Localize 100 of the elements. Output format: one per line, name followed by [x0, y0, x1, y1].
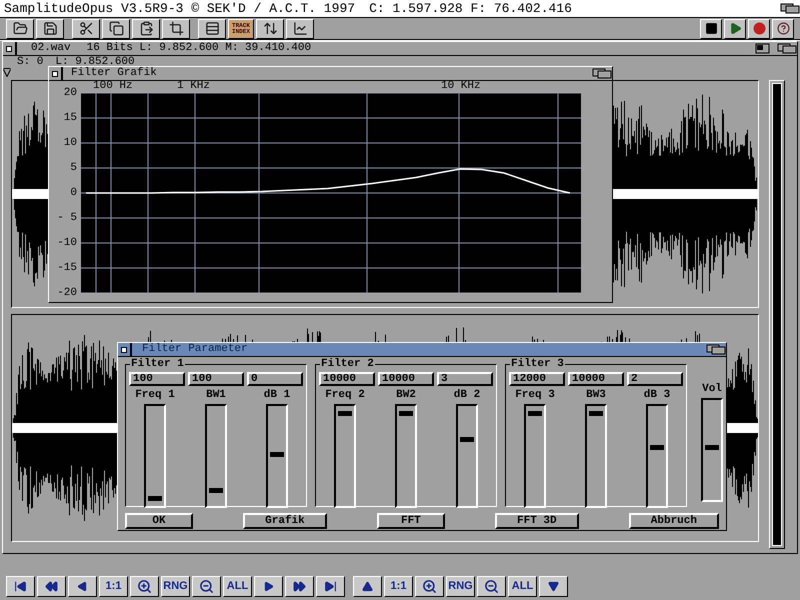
play-button[interactable]	[724, 18, 746, 38]
y-axis-label: 20	[64, 88, 77, 99]
slider-knob[interactable]	[528, 410, 542, 416]
slider-knob[interactable]	[148, 496, 162, 502]
value-field[interactable]: 10000	[378, 372, 434, 386]
zoom-gadget-icon[interactable]	[755, 43, 771, 54]
slider-track[interactable]	[701, 398, 723, 502]
toolbar-icon	[42, 21, 58, 36]
toolbar-button[interactable]	[36, 18, 64, 38]
slider-knob[interactable]	[270, 452, 284, 457]
nav-button[interactable]: 1:1	[384, 576, 413, 597]
toolbar-button[interactable]	[256, 18, 284, 38]
zoom-in-icon	[422, 579, 437, 594]
toolbar-icon	[262, 21, 278, 36]
depth-gadget-icon[interactable]	[706, 344, 726, 355]
value-field[interactable]: 10000	[319, 372, 375, 386]
dialog-button[interactable]: Grafik	[243, 513, 327, 529]
rewind-icon	[45, 580, 58, 593]
slider-knob[interactable]	[705, 444, 719, 450]
toolbar-button[interactable]	[6, 18, 34, 38]
nav-button[interactable]	[415, 576, 444, 597]
slider-track[interactable]	[646, 404, 668, 508]
slider-label: Freq 2	[325, 390, 365, 401]
depth-gadget-icon[interactable]	[777, 43, 797, 54]
nav-button[interactable]	[68, 576, 97, 597]
slider-knob[interactable]	[209, 488, 223, 494]
dialog-button[interactable]: FFT	[376, 513, 445, 529]
zoom-out-icon	[199, 579, 214, 594]
toolbar-button[interactable]	[132, 18, 160, 38]
value-field[interactable]: 2	[627, 372, 683, 386]
slider-track[interactable]	[266, 404, 288, 508]
nav-button[interactable]	[316, 576, 345, 597]
slider-track[interactable]	[395, 404, 417, 508]
scrollbar-thumb[interactable]	[772, 83, 782, 546]
value-field[interactable]: 100	[188, 372, 244, 386]
toolbar-button[interactable]	[162, 18, 190, 38]
nav-button[interactable]	[130, 576, 159, 597]
slider-label: Vol	[702, 384, 722, 395]
frequency-label: 100 Hz	[93, 81, 133, 92]
nav-button[interactable]: RNG	[446, 576, 475, 597]
slider-label: BW3	[586, 390, 606, 401]
record-button[interactable]	[748, 18, 770, 38]
nav-button[interactable]: 1:1	[99, 576, 128, 597]
value-field[interactable]: 0	[247, 372, 303, 386]
nav-button[interactable]	[353, 576, 382, 597]
filter-group-title: Filter 2	[320, 359, 375, 370]
up-triangle-icon	[362, 581, 373, 592]
value-field[interactable]: 3	[437, 372, 493, 386]
y-axis-label: - 5	[57, 213, 77, 224]
file-name: 02.wav	[31, 41, 71, 56]
toolbar-button[interactable]	[72, 18, 100, 38]
screen-depth-icon[interactable]	[780, 3, 800, 14]
nav-button[interactable]	[6, 576, 35, 597]
value-field[interactable]: 100	[129, 372, 185, 386]
slider-track[interactable]	[334, 404, 356, 508]
start-position: S: 0	[17, 56, 44, 68]
nav-button[interactable]: ALL	[508, 576, 537, 597]
y-axis-label: 5	[70, 163, 77, 174]
value-field[interactable]: 10000	[568, 372, 624, 386]
nav-button[interactable]: RNG	[161, 576, 190, 597]
close-gadget-icon[interactable]	[3, 42, 17, 55]
nav-button[interactable]	[539, 576, 568, 597]
toolbar-button[interactable]	[102, 18, 130, 38]
nav-button[interactable]	[254, 576, 283, 597]
slider-knob[interactable]	[399, 410, 413, 416]
slider-knob[interactable]	[589, 410, 603, 416]
filter-group-title: Filter 3	[510, 359, 565, 370]
slider-track[interactable]	[456, 404, 478, 508]
value-field[interactable]: 12000	[509, 372, 565, 386]
stop-button[interactable]	[700, 18, 722, 38]
toolbar-icon	[204, 21, 220, 36]
slider-track[interactable]	[205, 404, 227, 508]
dialog-button[interactable]: OK	[125, 513, 193, 529]
dialog-button[interactable]: Abbruch	[628, 513, 719, 529]
slider-track[interactable]	[524, 404, 546, 508]
nav-button[interactable]	[192, 576, 221, 597]
depth-gadget-icon[interactable]	[592, 68, 612, 79]
slider-knob[interactable]	[460, 437, 474, 442]
nav-button[interactable]: ALL	[223, 576, 252, 597]
y-axis-label: -15	[57, 263, 77, 274]
play-icon	[728, 22, 742, 35]
slider-track[interactable]	[585, 404, 607, 508]
slider-knob[interactable]	[338, 410, 352, 416]
stop-icon	[704, 22, 718, 35]
toolbar-button[interactable]	[286, 18, 314, 38]
dialog-button[interactable]: FFT 3D	[495, 513, 579, 529]
close-gadget-icon[interactable]	[49, 67, 63, 80]
nav-button[interactable]	[477, 576, 506, 597]
frequency-label: 1 KHz	[177, 81, 210, 92]
vertical-scrollbar[interactable]	[769, 80, 785, 549]
memory-counters: C: 1.597.928 F: 76.402.416	[369, 0, 572, 18]
window-title: Filter Grafik	[71, 66, 157, 81]
nav-button[interactable]	[285, 576, 314, 597]
slider-track[interactable]	[144, 404, 166, 508]
slider-knob[interactable]	[650, 445, 664, 450]
close-gadget-icon[interactable]	[118, 343, 132, 356]
y-axis-label: 0	[70, 188, 77, 199]
toolbar-button[interactable]	[198, 18, 226, 38]
nav-button[interactable]	[37, 576, 66, 597]
help-button[interactable]	[772, 18, 794, 38]
